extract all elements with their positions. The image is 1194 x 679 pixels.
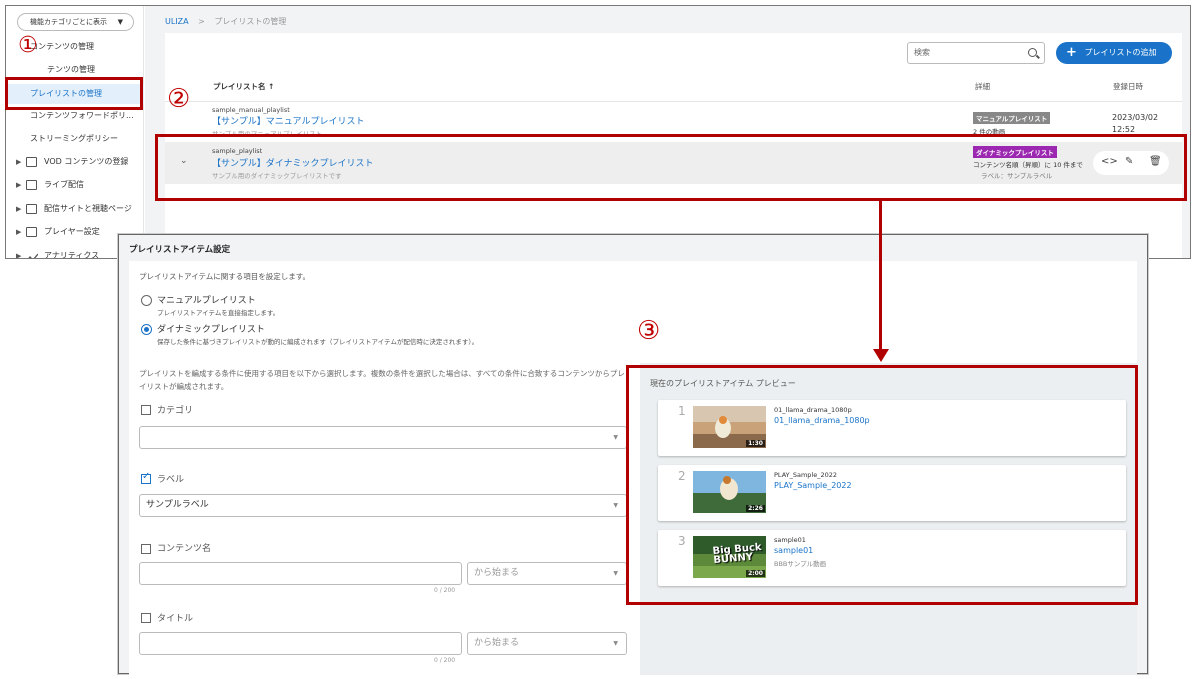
title-label[interactable]: タイトル [157, 611, 193, 624]
title-input[interactable] [139, 632, 462, 655]
player-icon [26, 227, 37, 237]
sidebar-item-streaming-policy[interactable]: ストリーミングポリシー [6, 129, 144, 149]
manual-playlist-radio[interactable] [141, 295, 152, 306]
column-header-name[interactable]: プレイリスト名 ↑ [213, 81, 274, 92]
playlist-name-link[interactable]: 【サンプル】マニュアルプレイリスト [212, 114, 364, 127]
breadcrumb-root-link[interactable]: ULIZA [165, 17, 189, 26]
expand-caret-icon: ▶ [16, 181, 22, 189]
category-select[interactable]: ▼ [139, 426, 627, 449]
annotated-screenshot: 機能カテゴリごとに表示 ▼ コンテンツの管理 テンツの管理 プレイリストの管理 … [0, 0, 1194, 679]
conditions-intro: プレイリストを編成する条件に使用する項目を以下から選択します。複数の条件を選択し… [139, 369, 625, 391]
main-content: ULIZA > プレイリストの管理 検索 + プレイリストの追加 プレイリスト名… [145, 6, 1190, 258]
manual-playlist-desc: プレイリストアイテムを直接指定します。 [157, 309, 280, 317]
highlight-box-row [155, 134, 1187, 201]
manual-playlist-label[interactable]: マニュアルプレイリスト [157, 293, 256, 306]
add-playlist-button[interactable]: + プレイリストの追加 [1056, 42, 1172, 64]
connector-arrowhead [873, 349, 889, 362]
breadcrumb-current: プレイリストの管理 [214, 17, 287, 26]
manual-playlist-badge: マニュアルプレイリスト [973, 112, 1051, 124]
category-view-label: 機能カテゴリごとに表示 [30, 18, 107, 26]
sidebar-item-live[interactable]: ▶ ライブ配信 [6, 175, 144, 195]
expand-caret-icon: ▶ [16, 228, 22, 236]
analytics-icon [26, 251, 39, 258]
sidebar-item-vod[interactable]: ▶ VOD コンテンツの登録 [6, 152, 144, 172]
title-match-select[interactable]: から始まる ▼ [467, 632, 627, 655]
sidebar-item-delivery-site[interactable]: ▶ 配信サイトと視聴ページ [6, 199, 144, 219]
sidebar-item-label: ライブ配信 [44, 180, 84, 189]
add-playlist-label: プレイリストの追加 [1084, 48, 1157, 57]
registered-time: 12:52 [1112, 125, 1136, 134]
camera-icon [26, 180, 37, 190]
search-icon[interactable] [1028, 48, 1037, 57]
page-icon [26, 204, 37, 214]
breadcrumb-separator: > [198, 17, 205, 26]
expand-caret-icon: ▶ [16, 205, 22, 213]
sidebar-item-label: ストリーミングポリシー [30, 134, 118, 143]
registered-date: 2023/03/02 [1112, 113, 1159, 122]
search-input[interactable]: 検索 [907, 42, 1045, 64]
sidebar-item-label: VOD コンテンツの登録 [44, 157, 129, 166]
highlight-box-preview [626, 365, 1138, 605]
search-placeholder: 検索 [914, 48, 930, 57]
category-checkbox[interactable] [141, 405, 151, 415]
sidebar-item-label: プレイヤー設定 [44, 227, 100, 236]
playlist-id: sample_manual_playlist [212, 106, 290, 114]
label-label[interactable]: ラベル [157, 472, 184, 485]
dynamic-playlist-label[interactable]: ダイナミックプレイリスト [157, 322, 265, 335]
dropdown-arrow-icon: ▼ [613, 640, 618, 647]
dynamic-playlist-radio[interactable] [141, 324, 152, 335]
dialog-intro: プレイリストアイテムに関する項目を設定します。 [139, 272, 310, 281]
marker-one: ① [18, 33, 38, 58]
dropdown-arrow-icon: ▼ [613, 502, 618, 509]
content-name-checkbox[interactable] [141, 544, 151, 554]
dropdown-arrow-icon: ▼ [117, 18, 123, 26]
playlist-management-screen: 機能カテゴリごとに表示 ▼ コンテンツの管理 テンツの管理 プレイリストの管理 … [5, 5, 1191, 259]
marker-three: ③ [637, 316, 661, 346]
content-name-input[interactable] [139, 562, 462, 585]
expand-caret-icon: ▶ [16, 252, 22, 259]
plus-icon: + [1066, 45, 1077, 60]
sidebar-item-label: 配信サイトと視聴ページ [44, 204, 132, 213]
char-counter: 0 / 200 [434, 587, 456, 594]
label-value: サンプルラベル [146, 500, 209, 510]
upload-icon [26, 157, 37, 167]
sidebar-item-label: アナリティクス [44, 251, 100, 259]
match-mode-value: から始まる [474, 568, 520, 578]
column-header-date[interactable]: 登録日時 [1113, 81, 1143, 92]
highlight-box-sidebar [5, 77, 143, 110]
dialog-title: プレイリストアイテム設定 [129, 245, 231, 255]
dropdown-arrow-icon: ▼ [613, 570, 618, 577]
dynamic-playlist-desc: 保存した条件に基づきプレイリストが動的に編成されます（プレイリストアイテムが配信… [157, 338, 479, 346]
sidebar-item-label: コンテンツの管理 [30, 42, 94, 51]
content-name-match-select[interactable]: から始まる ▼ [467, 562, 627, 585]
dropdown-arrow-icon: ▼ [613, 434, 618, 441]
category-label[interactable]: カテゴリ [157, 403, 193, 416]
marker-two: ② [167, 84, 191, 114]
label-select[interactable]: サンプルラベル ▼ [139, 494, 627, 517]
category-view-dropdown[interactable]: 機能カテゴリごとに表示 ▼ [17, 13, 134, 31]
char-counter: 0 / 200 [434, 657, 456, 664]
content-name-label[interactable]: コンテンツ名 [157, 541, 211, 554]
match-mode-value: から始まる [474, 638, 520, 648]
label-checkbox[interactable] [141, 471, 151, 484]
expand-caret-icon: ▶ [16, 158, 22, 166]
connector-line [879, 200, 882, 353]
breadcrumb: ULIZA > プレイリストの管理 [165, 16, 286, 27]
title-checkbox[interactable] [141, 613, 151, 623]
column-header-detail: 詳細 [975, 82, 990, 91]
